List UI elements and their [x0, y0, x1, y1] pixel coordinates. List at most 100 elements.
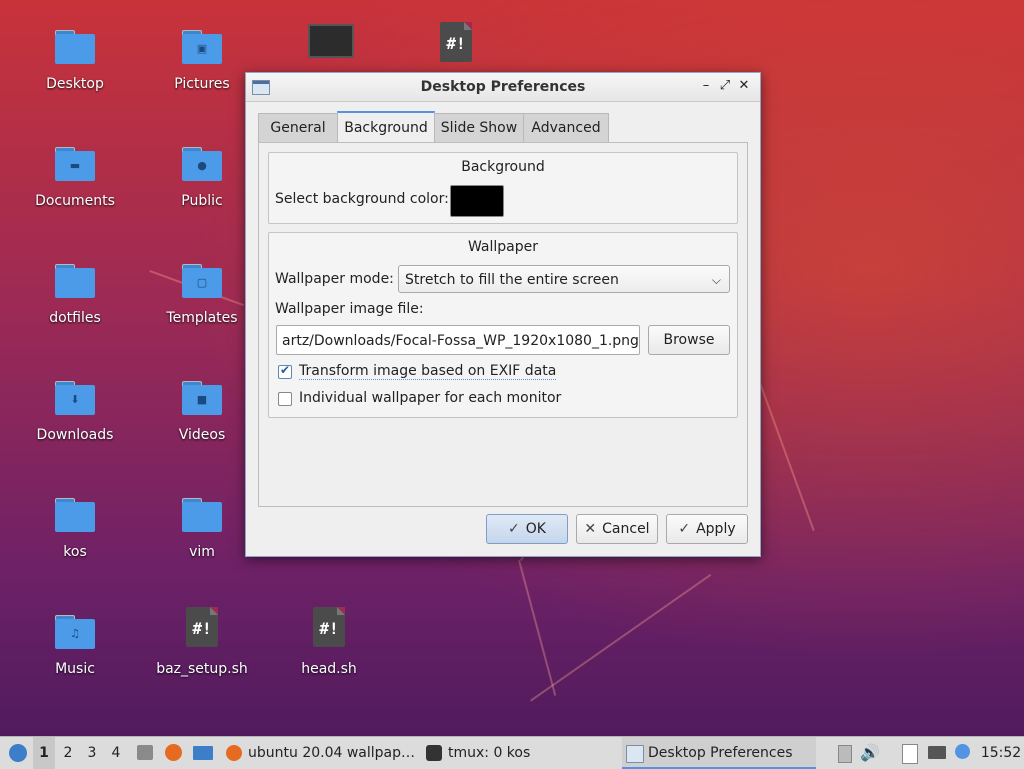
tab-panel-background: Background Select background color: Wall… — [258, 142, 748, 507]
desktop-icon-label: Downloads — [36, 427, 114, 443]
firefox-icon — [165, 744, 182, 761]
desktop-icon-dotfiles[interactable]: dotfiles — [20, 254, 130, 326]
tray-arrow-icon — [838, 745, 852, 763]
per-monitor-label[interactable]: Individual wallpaper for each monitor — [299, 390, 561, 406]
tray-scroll-button[interactable] — [834, 737, 854, 769]
task-firefox[interactable]: ubuntu 20.04 wallpap… — [222, 737, 416, 769]
desktop-icon-pictures[interactable]: ▣ Pictures — [147, 20, 257, 92]
desktop-icon-downloads[interactable]: ⬇ Downloads — [20, 371, 130, 443]
wallpaper-file-input[interactable]: artz/Downloads/Focal-Fossa_WP_1920x1080_… — [276, 325, 640, 355]
desktop-preferences-dialog: Desktop Preferences – ⤢ ✕ General Backgr… — [245, 72, 761, 557]
monitor-icon — [308, 24, 354, 58]
exif-checkbox[interactable] — [278, 363, 292, 379]
clock[interactable]: 15:52 — [980, 737, 1022, 769]
desktop-icon-label: baz_setup.sh — [156, 661, 248, 677]
script-icon: #! — [440, 22, 472, 62]
desktop-icon-label: Pictures — [174, 76, 230, 92]
background-color-label: Select background color: — [275, 191, 449, 207]
downloads-folder-icon: ⬇ — [55, 381, 95, 415]
workspace-2[interactable]: 2 — [57, 737, 79, 769]
desktop-icon-head[interactable]: #! head.sh — [274, 605, 384, 677]
script-icon: #! — [313, 607, 345, 647]
show-desktop-button[interactable] — [190, 737, 216, 769]
desktop-icon-label: Videos — [178, 427, 226, 443]
folder-icon — [55, 264, 95, 298]
desktop-icon-music[interactable]: ♫ Music — [20, 605, 130, 677]
dialog-title: Desktop Preferences — [420, 79, 586, 95]
desktop-icon-videos[interactable]: ■ Videos — [147, 371, 257, 443]
public-folder-icon: ● — [182, 147, 222, 181]
cancel-button[interactable]: ✕ Cancel — [576, 514, 658, 544]
update-notifier-icon[interactable] — [952, 737, 974, 769]
firefox-launcher[interactable] — [162, 737, 184, 769]
wallpaper-file-label: Wallpaper image file: — [275, 301, 424, 317]
terminal-icon — [426, 745, 442, 761]
desktop-icon — [193, 746, 213, 760]
background-group: Background Select background color: — [268, 152, 738, 224]
workspace-4[interactable]: 4 — [105, 737, 127, 769]
videos-folder-icon: ■ — [182, 381, 222, 415]
file-manager-icon — [137, 745, 153, 760]
folder-icon — [55, 30, 95, 64]
desktop-icon-label: vim — [189, 544, 215, 560]
minimize-icon[interactable]: – — [698, 78, 714, 94]
desktop-icon-label: Music — [55, 661, 95, 677]
templates-folder-icon: ▢ — [182, 264, 222, 298]
desktop-icon-label: dotfiles — [49, 310, 101, 326]
desktop-icon-label: Templates — [166, 310, 238, 326]
task-desktop-preferences[interactable]: Desktop Preferences — [622, 737, 816, 769]
desktop-icon-templates[interactable]: ▢ Templates — [147, 254, 257, 326]
tab-advanced[interactable]: Advanced — [523, 113, 609, 142]
desktop-icon-baz-setup[interactable]: #! baz_setup.sh — [147, 605, 257, 677]
desktop-icon-monitor[interactable] — [274, 20, 384, 72]
background-color-button[interactable] — [450, 185, 504, 217]
chevron-down-icon: ⌵ — [711, 273, 721, 287]
file-manager-launcher[interactable] — [134, 737, 156, 769]
documents-folder-icon: ▬ — [55, 147, 95, 181]
tab-general[interactable]: General — [258, 113, 338, 142]
desktop-icon-label: Desktop — [46, 76, 104, 92]
pictures-folder-icon: ▣ — [182, 30, 222, 64]
lubuntu-logo-icon — [9, 744, 27, 762]
tab-background[interactable]: Background — [337, 111, 435, 144]
wallpaper-mode-value: Stretch to fill the entire screen — [405, 272, 619, 288]
folder-icon — [182, 498, 222, 532]
exif-label[interactable]: Transform image based on EXIF data — [299, 363, 557, 380]
ok-button[interactable]: ✓ OK — [486, 514, 568, 544]
clipboard-icon[interactable] — [898, 737, 920, 769]
per-monitor-checkbox[interactable] — [278, 392, 292, 406]
task-tmux[interactable]: tmux: 0 kos — [422, 737, 616, 769]
tab-slide-show[interactable]: Slide Show — [434, 113, 524, 142]
desktop-icon-label: Public — [181, 193, 223, 209]
wallpaper-group-title: Wallpaper — [467, 239, 539, 255]
desktop-icon-documents[interactable]: ▬ Documents — [20, 137, 130, 209]
script-icon: #! — [186, 607, 218, 647]
x-icon: ✕ — [584, 521, 597, 537]
dialog-titlebar[interactable]: Desktop Preferences – ⤢ ✕ — [246, 73, 760, 102]
desktop-icon-public[interactable]: ● Public — [147, 137, 257, 209]
background-group-title: Background — [461, 159, 545, 175]
window-icon — [626, 745, 644, 763]
desktop-icon-vim[interactable]: vim — [147, 488, 257, 560]
network-icon[interactable] — [926, 737, 948, 769]
workspace-3[interactable]: 3 — [81, 737, 103, 769]
desktop-icon-label: head.sh — [301, 661, 357, 677]
wallpaper-group: Wallpaper Wallpaper mode: Stretch to fil… — [268, 232, 738, 418]
start-menu-button[interactable] — [4, 737, 30, 769]
maximize-icon[interactable]: ⤢ — [717, 78, 733, 94]
check-icon: ✓ — [508, 521, 520, 537]
wallpaper-mode-select[interactable]: Stretch to fill the entire screen ⌵ — [398, 265, 730, 293]
desktop-icon-kos[interactable]: kos — [20, 488, 130, 560]
desktop-icon-script[interactable]: #! — [401, 20, 511, 72]
taskbar: 1 2 3 4 ubuntu 20.04 wallpap… tmux: 0 ko… — [0, 736, 1024, 769]
desktop-icon-desktop[interactable]: Desktop — [20, 20, 130, 92]
folder-icon — [55, 498, 95, 532]
apply-button[interactable]: ✓ Apply — [666, 514, 748, 544]
wallpaper-mode-label: Wallpaper mode: — [275, 271, 394, 287]
workspace-1[interactable]: 1 — [33, 737, 55, 769]
browse-button[interactable]: Browse — [648, 325, 730, 355]
volume-icon[interactable]: 🔊 — [860, 737, 884, 769]
check-icon: ✓ — [678, 521, 691, 537]
close-icon[interactable]: ✕ — [736, 78, 752, 94]
music-folder-icon: ♫ — [55, 615, 95, 649]
